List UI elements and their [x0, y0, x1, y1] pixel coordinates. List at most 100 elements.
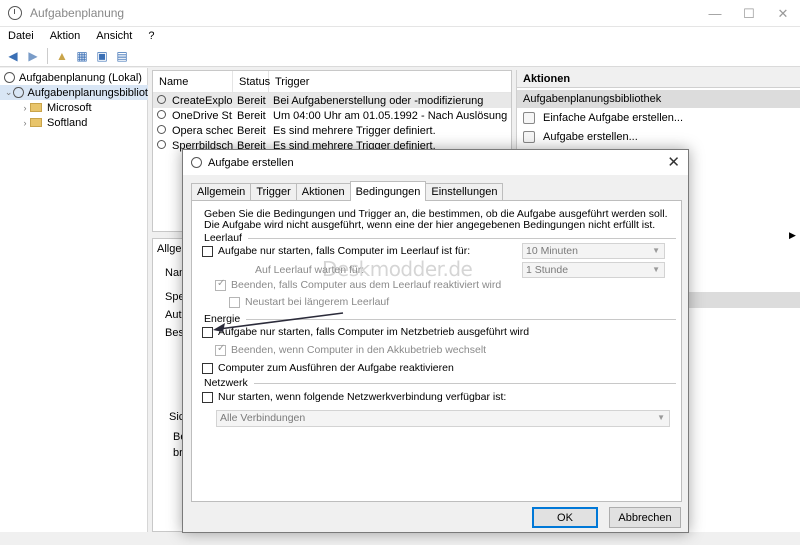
tree-item-microsoft[interactable]: › Microsoft	[20, 100, 92, 115]
idle-restart-checkbox[interactable]	[229, 296, 240, 308]
chevron-right-icon[interactable]: ›	[20, 103, 30, 113]
tab-actions[interactable]: Aktionen	[295, 183, 351, 201]
idle-start-checkbox[interactable]	[202, 245, 213, 257]
window-titlebar: Aufgabenplanung — ☐ ✕	[0, 0, 800, 27]
toolbar-separator	[47, 47, 48, 64]
idle-wait-select[interactable]: 1 Stunde ▼	[522, 262, 665, 278]
tree-library-label: Aufgabenplanungsbibliot	[27, 86, 149, 99]
task-scheduler-icon	[8, 6, 22, 20]
toolbar: ◀ ▶ ▲ ▦ ▣ ▤	[0, 45, 800, 67]
task-trigger: Es sind mehrere Trigger definiert.	[273, 124, 436, 137]
back-arrow-icon[interactable]: ◀	[4, 47, 22, 65]
forward-arrow-icon[interactable]: ▶	[24, 47, 42, 65]
group-divider	[253, 382, 676, 384]
help-book-icon[interactable]: ▣	[93, 47, 111, 65]
task-name: Opera sched...	[153, 124, 233, 137]
task-name: CreateExplor...	[153, 94, 233, 107]
task-clock-icon	[157, 139, 166, 149]
menu-help[interactable]: ?	[140, 30, 162, 42]
status-bar	[0, 532, 800, 545]
power-wake-checkbox[interactable]	[202, 362, 213, 374]
task-trigger: Bei Aufgabenerstellung oder -modifizieru…	[273, 94, 484, 107]
table-row[interactable]: CreateExplor... Bereit Bei Aufgabenerste…	[153, 93, 511, 108]
action-create-basic-task-label: Einfache Aufgabe erstellen...	[543, 111, 684, 124]
chevron-down-icon: ▼	[652, 265, 660, 274]
menu-aktion[interactable]: Aktion	[42, 30, 89, 42]
tree-item-root[interactable]: Aufgabenplanung (Lokal)	[4, 70, 142, 85]
group-idle-label: Leerlauf	[204, 232, 242, 244]
power-battery-option[interactable]: Beenden, wenn Computer in den Akkubetrie…	[215, 343, 487, 356]
power-wake-label: Computer zum Ausführen der Aufgabe reakt…	[218, 362, 454, 374]
ok-button[interactable]: OK	[532, 507, 598, 528]
network-label: Nur starten, wenn folgende Netzwerkverbi…	[218, 391, 507, 403]
action-create-task-label: Aufgabe erstellen...	[543, 130, 638, 143]
task-name-text: OneDrive St...	[172, 109, 233, 122]
chevron-down-icon: ▼	[652, 246, 660, 255]
table-row[interactable]: OneDrive St... Bereit Um 04:00 Uhr am 01…	[153, 108, 511, 123]
task-name-text: CreateExplor...	[172, 94, 233, 107]
tree-root-label: Aufgabenplanung (Lokal)	[19, 71, 142, 84]
action-create-basic-task[interactable]: Einfache Aufgabe erstellen...	[517, 108, 800, 127]
task-status: Bereit	[237, 109, 266, 122]
idle-stop-checkbox[interactable]	[215, 278, 226, 291]
action-create-task[interactable]: Aufgabe erstellen...	[517, 127, 800, 146]
detail-tab-general[interactable]: Allge	[157, 243, 181, 255]
maximize-button[interactable]: ☐	[732, 0, 766, 27]
column-header-status[interactable]: Status	[233, 71, 270, 93]
submenu-arrow-icon[interactable]: ▶	[789, 230, 796, 241]
idle-duration-select[interactable]: 10 Minuten ▼	[522, 243, 665, 259]
dialog-titlebar: Aufgabe erstellen ✕	[183, 150, 688, 175]
chevron-right-icon[interactable]: ›	[20, 118, 30, 128]
conditions-description: Geben Sie die Bedingungen und Trigger an…	[204, 208, 668, 231]
idle-restart-label: Neustart bei längerem Leerlauf	[245, 296, 390, 308]
chevron-down-icon[interactable]: ⌄	[4, 87, 13, 98]
menu-ansicht[interactable]: Ansicht	[88, 30, 140, 42]
clock-icon	[191, 157, 202, 168]
close-window-button[interactable]: ✕	[766, 0, 800, 27]
show-actions-icon[interactable]: ▤	[113, 47, 131, 65]
tree-item-softland[interactable]: › Softland	[20, 115, 88, 130]
column-header-trigger[interactable]: Trigger	[269, 71, 509, 93]
cancel-button[interactable]: Abbrechen	[609, 507, 681, 528]
task-trigger: Um 04:00 Uhr am 01.05.1992 - Nach Auslös…	[273, 109, 509, 122]
group-network-label: Netzwerk	[204, 377, 248, 389]
minimize-button[interactable]: —	[698, 0, 732, 27]
actions-section-library[interactable]: Aufgabenplanungsbibliothek	[517, 90, 800, 108]
folder-clock-icon	[13, 87, 24, 98]
idle-start-option[interactable]: Aufgabe nur starten, falls Computer im L…	[202, 245, 470, 257]
idle-duration-value: 10 Minuten	[526, 245, 578, 257]
tab-trigger[interactable]: Trigger	[250, 183, 297, 201]
network-connection-select[interactable]: Alle Verbindungen ▼	[216, 410, 670, 427]
task-clock-icon	[157, 94, 166, 104]
power-battery-checkbox[interactable]	[215, 343, 226, 356]
table-row[interactable]: Opera sched... Bereit Es sind mehrere Tr…	[153, 123, 511, 138]
navigation-tree: Aufgabenplanung (Lokal) ⌄ Aufgabenplanun…	[0, 68, 148, 532]
column-header-name[interactable]: Name	[153, 71, 233, 93]
group-network: Netzwerk	[204, 377, 676, 389]
tab-general[interactable]: Allgemein	[191, 183, 252, 201]
clock-icon	[4, 72, 15, 83]
annotation-arrow-icon	[213, 312, 344, 332]
network-checkbox[interactable]	[202, 391, 213, 403]
idle-start-label: Aufgabe nur starten, falls Computer im L…	[218, 245, 471, 257]
dialog-close-button[interactable]: ✕	[667, 153, 680, 171]
tree-microsoft-label: Microsoft	[47, 101, 92, 114]
network-connection-value: Alle Verbindungen	[220, 412, 306, 424]
menu-datei[interactable]: Datei	[0, 30, 42, 42]
task-clock-icon	[157, 109, 166, 119]
window-controls: — ☐ ✕	[698, 0, 800, 27]
tab-settings[interactable]: Einstellungen	[425, 183, 504, 201]
up-folder-icon[interactable]: ▲	[53, 47, 71, 65]
tree-item-library[interactable]: ⌄ Aufgabenplanungsbibliot	[0, 85, 148, 100]
tab-conditions[interactable]: Bedingungen	[349, 181, 427, 201]
power-wake-option[interactable]: Computer zum Ausführen der Aufgabe reakt…	[202, 362, 454, 374]
idle-restart-option[interactable]: Neustart bei längerem Leerlauf	[229, 296, 389, 308]
conditions-panel: Geben Sie die Bedingungen und Trigger an…	[191, 200, 682, 502]
dialog-tabs: Allgemein Trigger Aktionen Bedingungen E…	[191, 181, 504, 201]
network-option[interactable]: Nur starten, wenn folgende Netzwerkverbi…	[202, 391, 506, 403]
power-battery-label: Beenden, wenn Computer in den Akkubetrie…	[231, 344, 487, 356]
show-tree-icon[interactable]: ▦	[73, 47, 91, 65]
idle-wait-value: 1 Stunde	[526, 264, 569, 276]
task-name: OneDrive St...	[153, 109, 233, 122]
create-task-dialog: Aufgabe erstellen ✕ Allgemein Trigger Ak…	[182, 149, 689, 533]
